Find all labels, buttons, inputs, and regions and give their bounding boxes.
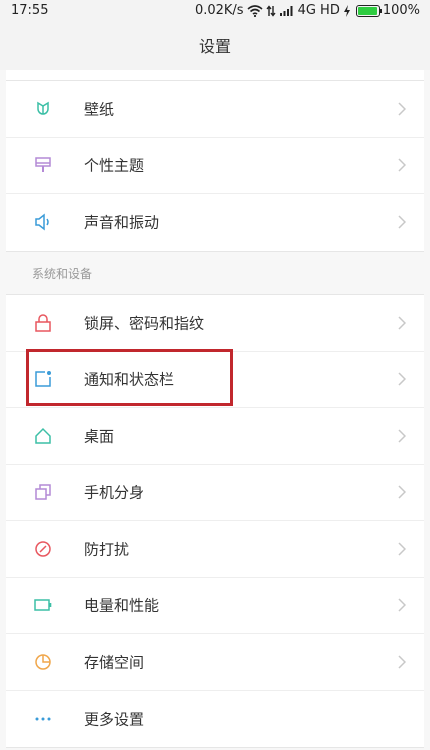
- chevron-right-icon: [398, 102, 406, 116]
- settings-item-label: 手机分身: [84, 483, 145, 502]
- settings-item-storage[interactable]: 存储空间: [6, 634, 424, 691]
- battery-icon: [355, 4, 382, 17]
- page-header: 设置: [0, 24, 430, 70]
- settings-item-more[interactable]: 更多设置: [6, 691, 424, 748]
- theme-icon: [35, 157, 51, 173]
- chevron-right-icon: [398, 316, 406, 330]
- speaker-icon: [35, 213, 49, 231]
- do-not-disturb-icon: [35, 541, 51, 557]
- settings-item-label: 存储空间: [84, 653, 145, 672]
- chevron-right-icon: [398, 429, 406, 443]
- settings-item-desktop[interactable]: 桌面: [6, 408, 424, 465]
- status-time: 17:55: [11, 3, 49, 18]
- network-type: 4G HD: [297, 3, 340, 18]
- home-icon: [35, 427, 51, 444]
- charging-icon: [343, 4, 350, 17]
- chevron-right-icon: [398, 655, 406, 669]
- settings-item-label: 桌面: [84, 427, 115, 446]
- settings-item-lock-screen[interactable]: 锁屏、密码和指纹: [6, 295, 424, 352]
- settings-item-label: 壁纸: [84, 100, 115, 119]
- settings-item-wallpaper[interactable]: 壁纸: [6, 81, 424, 138]
- battery-percent: 100%: [382, 3, 420, 18]
- data-transfer-icon: [266, 4, 276, 17]
- settings-item-sound[interactable]: 声音和振动: [6, 194, 424, 251]
- scroll-top-strip: [6, 70, 424, 80]
- signal-icon: [279, 5, 293, 16]
- settings-item-do-not-disturb[interactable]: 防打扰: [6, 521, 424, 578]
- chevron-right-icon: [398, 372, 406, 386]
- more-icon: [35, 717, 51, 721]
- settings-item-label: 更多设置: [84, 710, 145, 729]
- settings-item-second-space[interactable]: 手机分身: [6, 465, 424, 521]
- battery-fill: [357, 6, 377, 15]
- storage-icon: [35, 654, 51, 670]
- second-space-icon: [35, 484, 51, 500]
- settings-item-label: 电量和性能: [84, 596, 160, 615]
- settings-item-label: 防打扰: [84, 540, 130, 559]
- settings-item-label: 声音和振动: [84, 213, 160, 232]
- settings-item-battery[interactable]: 电量和性能: [6, 578, 424, 634]
- page-title: 设置: [198, 37, 231, 56]
- network-speed: 0.02K/s: [194, 3, 244, 18]
- settings-item-label: 锁屏、密码和指纹: [84, 314, 205, 333]
- chevron-right-icon: [398, 215, 406, 229]
- settings-group-personalization: 壁纸 个性主题 声音和振动: [6, 80, 424, 252]
- settings-item-theme[interactable]: 个性主题: [6, 138, 424, 194]
- section-label-system: 系统和设备: [32, 267, 93, 281]
- status-bar: 17:55 0.02K/s 4G HD 100%: [0, 0, 430, 24]
- annotation-highlight-box: [26, 349, 233, 406]
- settings-item-label: 个性主题: [84, 156, 145, 175]
- chevron-right-icon: [398, 542, 406, 556]
- chevron-right-icon: [398, 485, 406, 499]
- lock-icon: [35, 314, 51, 332]
- chevron-right-icon: [398, 158, 406, 172]
- battery-icon: [34, 599, 52, 611]
- chevron-right-icon: [398, 598, 406, 612]
- wallpaper-icon: [37, 101, 49, 115]
- status-right: 0.02K/s 4G HD 100%: [195, 3, 420, 18]
- wifi-icon: [247, 4, 263, 17]
